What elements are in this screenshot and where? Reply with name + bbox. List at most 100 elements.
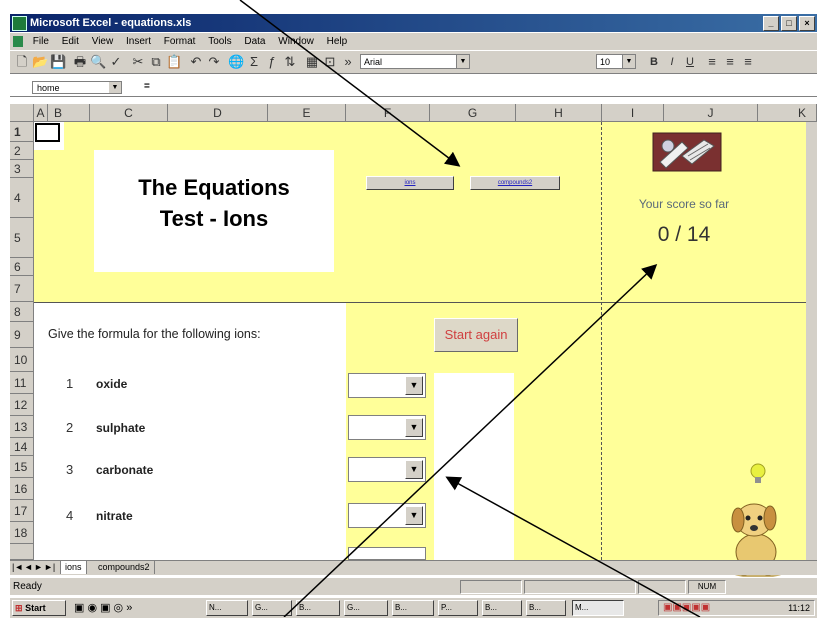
function-icon[interactable]: ƒ: [264, 54, 280, 70]
menu-tools[interactable]: Tools: [203, 33, 236, 50]
italic-button[interactable]: I: [664, 54, 680, 70]
column-header-e[interactable]: E: [268, 104, 346, 122]
menu-data[interactable]: Data: [239, 33, 270, 50]
row-header-8[interactable]: 8: [10, 302, 34, 322]
font-size-select[interactable]: 10 ▼: [596, 54, 636, 69]
ions-link-button[interactable]: ions: [366, 176, 454, 190]
open-icon[interactable]: 📂: [32, 54, 48, 70]
row-header-5[interactable]: 5: [10, 218, 34, 258]
column-header-j[interactable]: J: [664, 104, 758, 122]
spelling-icon[interactable]: ✓: [108, 54, 124, 70]
align-center-icon[interactable]: ≡: [722, 54, 738, 70]
row-header-13[interactable]: 13: [10, 416, 34, 438]
zoom-icon[interactable]: ⊡: [322, 54, 338, 70]
select-all-corner[interactable]: [10, 104, 34, 122]
taskbar-button[interactable]: G...: [252, 600, 292, 616]
cut-icon[interactable]: ✂: [130, 54, 146, 70]
row-header-14[interactable]: 14: [10, 438, 34, 456]
menu-format[interactable]: Format: [159, 33, 201, 50]
column-header-k[interactable]: K: [758, 104, 817, 122]
minimize-button[interactable]: _: [763, 16, 779, 31]
tab-nav-first-icon[interactable]: |◄: [12, 561, 23, 574]
print-preview-icon[interactable]: 🔍: [90, 54, 106, 70]
row-header-12[interactable]: 12: [10, 394, 34, 416]
workbook-icon[interactable]: [13, 36, 23, 47]
vertical-scrollbar[interactable]: [806, 122, 817, 560]
chart-icon[interactable]: ▦: [304, 54, 320, 70]
tab-compounds2[interactable]: compounds2: [94, 561, 155, 574]
lightbulb-icon[interactable]: [748, 462, 768, 488]
autosum-icon[interactable]: Σ: [246, 54, 262, 70]
redo-icon[interactable]: ↷: [206, 54, 222, 70]
save-icon[interactable]: 💾: [50, 54, 66, 70]
answer-dropdown[interactable]: ▼: [348, 373, 426, 398]
row-header-3[interactable]: 3: [10, 160, 34, 178]
start-button[interactable]: ⊞ Start: [12, 600, 66, 616]
column-header-h[interactable]: H: [516, 104, 602, 122]
row-header-10[interactable]: 10: [10, 348, 34, 372]
taskbar-button[interactable]: B...: [526, 600, 566, 616]
row-header-6[interactable]: 6: [10, 258, 34, 276]
bold-button[interactable]: B: [646, 54, 662, 70]
tab-nav-next-icon[interactable]: ►: [34, 561, 43, 574]
horizontal-scrollbar[interactable]: [605, 560, 817, 575]
row-header-16[interactable]: 16: [10, 478, 34, 500]
font-name-select[interactable]: Arial ▼: [360, 54, 470, 69]
print-icon[interactable]: 🖶: [72, 54, 88, 70]
menu-view[interactable]: View: [87, 33, 119, 50]
tray-icons[interactable]: ▣▣▣▣▣: [663, 598, 710, 618]
row-header-4[interactable]: 4: [10, 178, 34, 218]
taskbar-button[interactable]: B...: [392, 600, 434, 616]
row-header-15[interactable]: 15: [10, 456, 34, 478]
more-icon[interactable]: »: [340, 54, 356, 70]
row-header-7[interactable]: 7: [10, 276, 34, 302]
column-header-a[interactable]: A: [34, 104, 48, 122]
taskbar-button[interactable]: B...: [296, 600, 340, 616]
menu-file[interactable]: File: [28, 33, 54, 50]
row-header-11[interactable]: 11: [10, 372, 34, 394]
align-right-icon[interactable]: ≡: [740, 54, 756, 70]
row-header-1[interactable]: 1: [10, 122, 34, 142]
align-left-icon[interactable]: ≡: [704, 54, 720, 70]
paste-icon[interactable]: 📋: [166, 54, 182, 70]
name-box[interactable]: home ▼: [32, 81, 122, 94]
row-header-17[interactable]: 17: [10, 500, 34, 522]
row-header-9[interactable]: 9: [10, 322, 34, 348]
tab-nav-last-icon[interactable]: ►|: [44, 561, 55, 574]
column-header-b[interactable]: B: [48, 104, 90, 122]
undo-icon[interactable]: ↶: [188, 54, 204, 70]
menu-edit[interactable]: Edit: [57, 33, 84, 50]
column-header-d[interactable]: D: [168, 104, 268, 122]
column-header-f[interactable]: F: [346, 104, 430, 122]
tab-nav-prev-icon[interactable]: ◄: [24, 561, 33, 574]
answer-dropdown[interactable]: ▼: [348, 415, 426, 440]
answer-dropdown[interactable]: ▼: [348, 457, 426, 482]
restore-button[interactable]: □: [781, 16, 797, 31]
sort-icon[interactable]: ⇅: [282, 54, 298, 70]
row-header-18[interactable]: 18: [10, 522, 34, 544]
column-header-c[interactable]: C: [90, 104, 168, 122]
taskbar-button[interactable]: P...: [438, 600, 478, 616]
start-again-button[interactable]: Start again: [434, 318, 518, 352]
underline-button[interactable]: U: [682, 54, 698, 70]
row-header-19[interactable]: [10, 544, 34, 560]
row-header-2[interactable]: 2: [10, 142, 34, 160]
answer-dropdown[interactable]: ▼: [348, 503, 426, 528]
tab-ions[interactable]: ions: [60, 561, 87, 574]
column-header-g[interactable]: G: [430, 104, 516, 122]
active-cell[interactable]: [35, 123, 60, 142]
menu-help[interactable]: Help: [322, 33, 353, 50]
copy-icon[interactable]: ⧉: [148, 54, 164, 70]
taskbar-button-excel-active[interactable]: M...: [572, 600, 624, 616]
web-icon[interactable]: 🌐: [228, 54, 244, 70]
new-icon[interactable]: 🗋: [14, 54, 30, 70]
taskbar-button[interactable]: B...: [482, 600, 522, 616]
column-header-i[interactable]: I: [602, 104, 664, 122]
formula-equals-icon[interactable]: =: [144, 81, 150, 92]
close-button[interactable]: ×: [799, 16, 815, 31]
menu-window[interactable]: Window: [273, 33, 319, 50]
taskbar-button[interactable]: N...: [206, 600, 248, 616]
taskbar-button[interactable]: G...: [344, 600, 388, 616]
quick-launch-icons[interactable]: ▣ ◉ ▣ ◎ »: [74, 598, 132, 618]
answer-dropdown[interactable]: [348, 547, 426, 560]
